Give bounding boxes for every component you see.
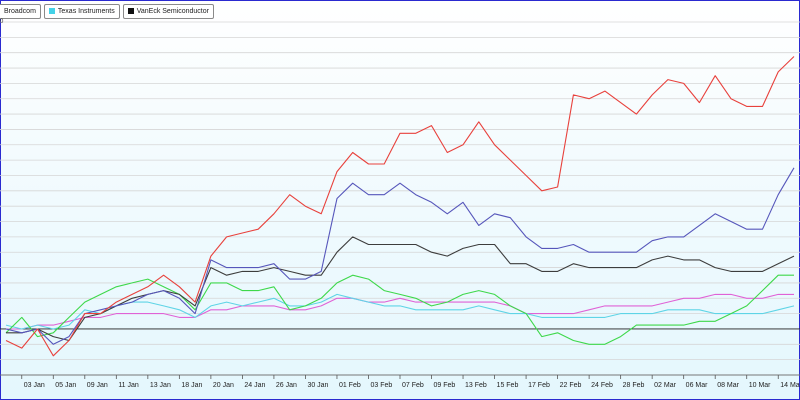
gridlines: [0, 21, 800, 376]
x-tick-label: 11 Jan: [118, 382, 139, 389]
x-tick-label: 26 Jan: [276, 382, 297, 389]
x-tick-label: 03 Feb: [370, 382, 392, 389]
x-tick-label: 09 Jan: [87, 382, 108, 389]
x-tick-label: 08 Mar: [717, 382, 739, 389]
x-tick-label: 05 Jan: [55, 382, 76, 389]
x-tick-label: 28 Feb: [623, 382, 645, 389]
legend-swatch: [127, 8, 134, 14]
x-tick-label: 13 Feb: [465, 382, 487, 389]
series-line: [6, 293, 794, 330]
legend-label: Broadcom: [4, 7, 36, 15]
x-tick-label: 13 Jan: [150, 382, 171, 389]
x-tick-label: 14 Mar: [780, 382, 800, 389]
x-tick-label: 07 Feb: [402, 382, 424, 389]
x-axis: 03 Jan 05 Jan 09 Jan 11 Jan 13 Jan 18 Jan 20 J…: [0, 374, 800, 389]
legend-swatch: [48, 8, 55, 14]
x-tick-label: 24 Jan: [244, 382, 265, 389]
x-tick-label: 10 Mar: [749, 382, 771, 389]
series-line: [5, 167, 795, 345]
x-tick-label: 09 Feb: [434, 382, 456, 389]
legend-item[interactable]: Texas Instruments: [43, 3, 120, 19]
legend: Broadcom Texas Instruments VanEck Semicond…: [0, 2, 214, 20]
legend-item[interactable]: VanEck Semiconductor: [122, 3, 214, 19]
x-tick-label: 22 Feb: [560, 382, 582, 389]
x-tick-label: 01 Feb: [339, 382, 361, 389]
x-tick-label: 24 Feb: [591, 382, 613, 389]
series-line: [5, 293, 795, 330]
x-tick-label: 03 Jan: [24, 382, 45, 389]
x-tick-label: 06 Mar: [686, 382, 708, 389]
x-tick-label: 17 Feb: [528, 382, 550, 389]
legend-label: VanEck Semiconductor: [136, 7, 209, 15]
legend-item[interactable]: Broadcom: [0, 3, 41, 19]
x-tick-label: 15 Feb: [497, 382, 519, 389]
x-tick-label: 30 Jan: [307, 382, 328, 389]
x-tick-label: 20 Jan: [213, 382, 234, 389]
x-tick-label: 02 Mar: [654, 382, 676, 389]
x-tick-label: 18 Jan: [181, 382, 202, 389]
line-chart: 03 Jan 05 Jan 09 Jan 11 Jan 13 Jan 18 Jan 20 J…: [0, 21, 800, 389]
y-axis-corner-label: 0: [0, 19, 4, 25]
legend-label: Texas Instruments: [57, 7, 115, 15]
